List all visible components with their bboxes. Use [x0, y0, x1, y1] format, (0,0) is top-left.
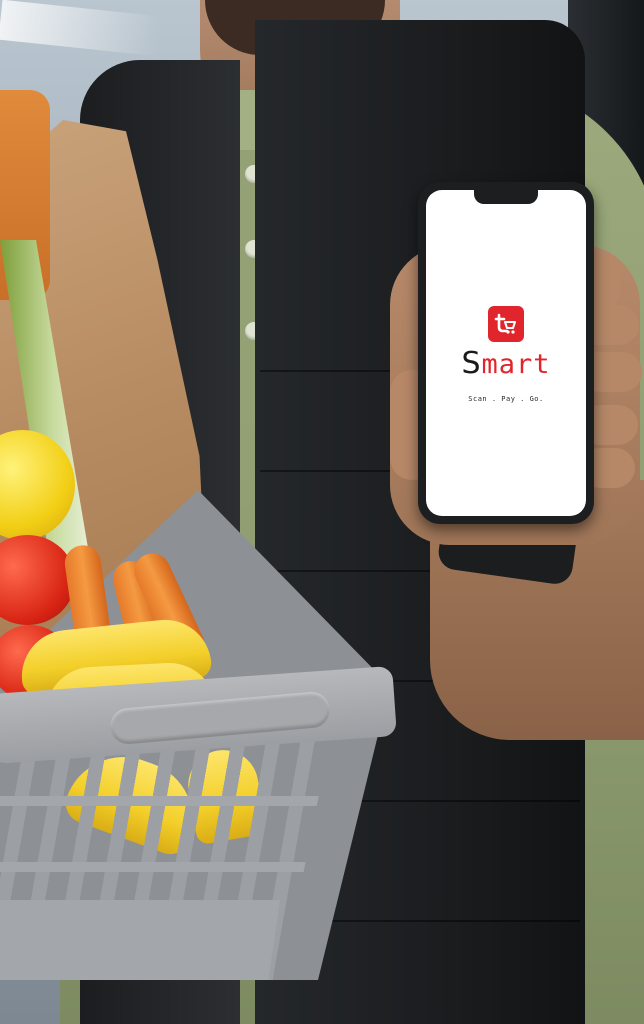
- basket-mesh: [0, 740, 330, 910]
- cart-icon: [488, 306, 524, 342]
- app-name-rest: mart: [481, 349, 551, 380]
- app-name-initial: S: [461, 346, 482, 381]
- phone-notch: [474, 190, 538, 204]
- app-name: Smart: [426, 348, 586, 381]
- basket-bottom-frame: [0, 900, 280, 980]
- photo-scene: Smart Scan . Pay . Go.: [0, 0, 644, 1024]
- smartphone: Smart Scan . Pay . Go.: [418, 182, 594, 524]
- app-tagline: Scan . Pay . Go.: [468, 395, 544, 403]
- phone-screen: Smart Scan . Pay . Go.: [426, 190, 586, 516]
- cart-icon-graphic: [494, 313, 516, 334]
